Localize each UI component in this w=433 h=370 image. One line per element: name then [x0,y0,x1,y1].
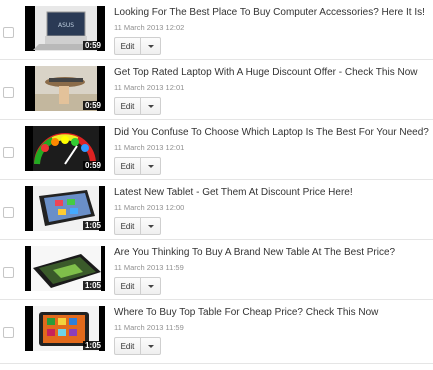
video-checkbox[interactable] [3,27,14,38]
video-thumbnail[interactable]: 1:05 [25,306,105,351]
caret-down-icon [147,224,154,228]
edit-dropdown-button[interactable] [141,157,161,175]
video-duration: 1:05 [82,341,103,350]
video-row: 0:59 Get Top Rated Laptop With A Huge Di… [0,60,433,120]
edit-button-group: Edit [114,37,161,55]
video-title[interactable]: Looking For The Best Place To Buy Comput… [114,7,425,19]
video-date: 11 March 2013 11:59 [114,263,184,272]
video-duration: 1:05 [82,281,103,290]
video-duration: 1:05 [82,221,103,230]
video-date: 11 March 2013 12:02 [114,23,185,32]
edit-button[interactable]: Edit [114,337,141,355]
video-title[interactable]: Where To Buy Top Table For Cheap Price? … [114,307,378,319]
video-checkbox[interactable] [3,327,14,338]
video-date: 11 March 2013 12:01 [114,83,185,92]
svg-text:ASUS: ASUS [58,22,74,29]
video-thumbnail[interactable]: 1:05 [25,246,105,291]
video-row: 1:05 Latest New Tablet - Get Them At Dis… [0,180,433,240]
video-thumbnail[interactable]: 0:59 [25,126,105,171]
video-date: 11 March 2013 12:00 [114,203,185,212]
video-row: 0:59 Did You Confuse To Choose Which Lap… [0,120,433,180]
edit-button-group: Edit [114,217,161,235]
video-duration: 0:59 [82,41,103,50]
edit-button-group: Edit [114,337,161,355]
video-title[interactable]: Get Top Rated Laptop With A Huge Discoun… [114,67,418,79]
video-checkbox[interactable] [3,87,14,98]
video-row: ASUS 0:59 Looking For The Best Place To … [0,0,433,60]
edit-button[interactable]: Edit [114,157,141,175]
edit-dropdown-button[interactable] [141,37,161,55]
video-thumbnail[interactable]: 1:05 [25,186,105,231]
caret-down-icon [147,104,154,108]
caret-down-icon [147,164,154,168]
edit-button-group: Edit [114,97,161,115]
edit-dropdown-button[interactable] [141,97,161,115]
video-date: 11 March 2013 12:01 [114,143,185,152]
edit-dropdown-button[interactable] [141,337,161,355]
video-title[interactable]: Latest New Tablet - Get Them At Discount… [114,187,353,199]
video-date: 11 March 2013 11:59 [114,323,184,332]
caret-down-icon [147,44,154,48]
edit-button-group: Edit [114,277,161,295]
edit-dropdown-button[interactable] [141,277,161,295]
edit-button[interactable]: Edit [114,97,141,115]
video-duration: 0:59 [82,101,103,110]
video-list: ASUS 0:59 Looking For The Best Place To … [0,0,433,370]
edit-button-group: Edit [114,157,161,175]
video-checkbox[interactable] [3,147,14,158]
video-row: 1:05 Where To Buy Top Table For Cheap Pr… [0,300,433,364]
edit-button[interactable]: Edit [114,37,141,55]
edit-button[interactable]: Edit [114,217,141,235]
caret-down-icon [147,284,154,288]
video-row: 1:05 Are You Thinking To Buy A Brand New… [0,240,433,300]
edit-button[interactable]: Edit [114,277,141,295]
video-checkbox[interactable] [3,267,14,278]
video-thumbnail[interactable]: ASUS 0:59 [25,6,105,51]
video-thumbnail[interactable]: 0:59 [25,66,105,111]
video-title[interactable]: Are You Thinking To Buy A Brand New Tabl… [114,247,395,259]
video-checkbox[interactable] [3,207,14,218]
video-duration: 0:59 [82,161,103,170]
edit-dropdown-button[interactable] [141,217,161,235]
video-title[interactable]: Did You Confuse To Choose Which Laptop I… [114,127,429,139]
caret-down-icon [147,344,154,348]
